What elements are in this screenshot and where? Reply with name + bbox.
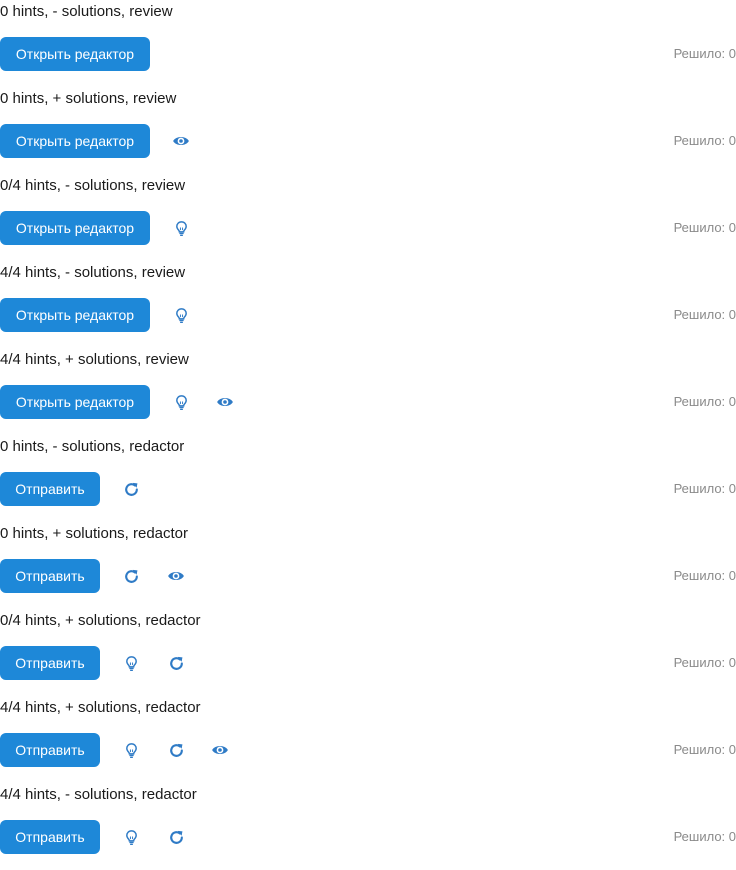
action-row: Отправить Решило: 0 [0,559,736,593]
submit-button[interactable]: Отправить [0,559,100,593]
test-case: 4/4 hints, + solutions, redactor Отправи… [0,696,736,783]
test-case: 4/4 hints, - solutions, redactor Отправи… [0,783,736,870]
action-row: Открыть редактор Решило: 0 [0,211,736,245]
action-row: Отправить Решило: 0 [0,820,736,854]
case-title: 0 hints, - solutions, review [0,3,173,20]
solved-count: Решило: 0 [673,394,736,409]
test-case: 0 hints, - solutions, redactor Отправить… [0,435,736,522]
open-editor-button[interactable]: Открыть редактор [0,37,150,71]
solved-count: Решило: 0 [673,742,736,757]
case-title: 0 hints, - solutions, redactor [0,438,185,455]
solved-count: Решило: 0 [673,133,736,148]
action-row: Открыть редактор Решило: 0 [0,37,736,71]
test-case: 0 hints, - solutions, review Открыть ред… [0,0,736,87]
test-case: 0 hints, + solutions, review Открыть ред… [0,87,736,174]
case-title: 4/4 hints, - solutions, redactor [0,786,197,803]
test-case: 0/4 hints, + solutions, redactor Отправи… [0,609,736,696]
action-row: Отправить Решило: 0 [0,733,736,767]
eye-icon[interactable] [203,733,237,767]
solved-count: Решило: 0 [673,481,736,496]
case-title: 4/4 hints, + solutions, redactor [0,699,201,716]
case-title: 4/4 hints, + solutions, review [0,351,189,368]
lightbulb-icon[interactable] [114,646,148,680]
case-title: 4/4 hints, - solutions, review [0,264,186,281]
open-editor-button[interactable]: Открыть редактор [0,124,150,158]
lightbulb-icon[interactable] [164,298,198,332]
lightbulb-icon[interactable] [164,211,198,245]
case-title: 0/4 hints, + solutions, redactor [0,612,201,629]
lightbulb-icon[interactable] [114,820,148,854]
submit-button[interactable]: Отправить [0,820,100,854]
test-case: 4/4 hints, - solutions, review Открыть р… [0,261,736,348]
test-case: 0 hints, + solutions, redactor Отправить… [0,522,736,609]
submit-button[interactable]: Отправить [0,733,100,767]
solved-count: Решило: 0 [673,46,736,61]
eye-icon[interactable] [208,385,242,419]
refresh-icon[interactable] [159,646,193,680]
action-row: Открыть редактор Решило: 0 [0,124,736,158]
test-case: 4/4 hints, + solutions, review Открыть р… [0,348,736,435]
test-case: 0/4 hints, - solutions, review Открыть р… [0,174,736,261]
refresh-icon[interactable] [159,733,193,767]
open-editor-button[interactable]: Открыть редактор [0,298,150,332]
refresh-icon[interactable] [114,472,148,506]
submit-button[interactable]: Отправить [0,646,100,680]
action-row: Открыть редактор Решило: 0 [0,298,736,332]
refresh-icon[interactable] [114,559,148,593]
solved-count: Решило: 0 [673,568,736,583]
action-row: Отправить Решило: 0 [0,472,736,506]
solved-count: Решило: 0 [673,829,736,844]
solved-count: Решило: 0 [673,307,736,322]
eye-icon[interactable] [159,559,193,593]
open-editor-button[interactable]: Открыть редактор [0,385,150,419]
refresh-icon[interactable] [159,820,193,854]
case-title: 0 hints, + solutions, review [0,90,177,107]
solved-count: Решило: 0 [673,655,736,670]
lightbulb-icon[interactable] [164,385,198,419]
open-editor-button[interactable]: Открыть редактор [0,211,150,245]
lightbulb-icon[interactable] [114,733,148,767]
case-title: 0 hints, + solutions, redactor [0,525,189,542]
submit-button[interactable]: Отправить [0,472,100,506]
action-row: Отправить Решило: 0 [0,646,736,680]
case-title: 0/4 hints, - solutions, review [0,177,186,194]
action-row: Открыть редактор Решило: 0 [0,385,736,419]
solved-count: Решило: 0 [673,220,736,235]
eye-icon[interactable] [164,124,198,158]
